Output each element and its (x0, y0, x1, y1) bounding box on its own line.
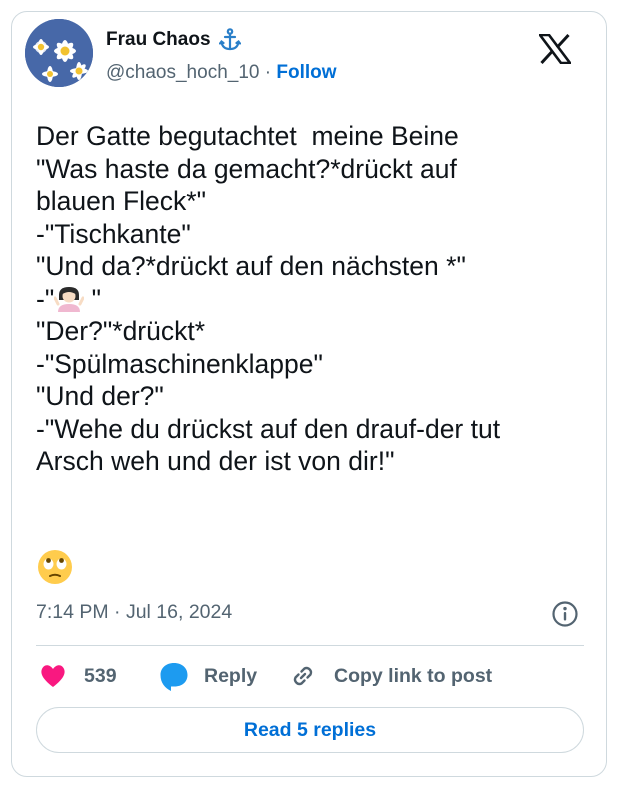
copy-link-label: Copy link to post (334, 664, 493, 687)
post-text-line: "Der?"*drückt* (36, 316, 206, 346)
author-display-name[interactable]: Frau Chaos (106, 29, 211, 51)
face-with-rolling-eyes-emoji (38, 550, 72, 584)
author-handle[interactable]: @chaos_hoch_10 (106, 62, 259, 83)
info-icon[interactable] (551, 600, 579, 628)
post-actions-bar: 539 Reply Copy link to post (0, 660, 620, 692)
post-text-line: blauen Fleck*" (36, 186, 206, 216)
copy-link-button[interactable]: Copy link to post (289, 660, 492, 692)
post-text-line: "Und da?*drückt auf den nächsten *" (36, 251, 466, 281)
reply-button[interactable]: Reply (158, 660, 257, 692)
link-icon (293, 666, 313, 686)
x-logo-icon[interactable] (539, 34, 571, 64)
post-text-fragment: -" (36, 283, 55, 314)
post-timestamp[interactable]: 7:14 PM · Jul 16, 2024 (36, 601, 232, 624)
heart-icon (41, 665, 65, 687)
author-avatar[interactable] (25, 19, 93, 87)
post-text: Der Gatte begutachtet meine Beine "Was h… (36, 120, 584, 478)
reply-label: Reply (204, 664, 258, 687)
actions-divider (36, 645, 584, 646)
follow-button[interactable]: Follow (276, 62, 336, 83)
speech-bubble-icon (160, 663, 188, 691)
author-header: Frau Chaos @chaos_hoch_10 · Follow (106, 28, 337, 84)
post-text-line: Arsch weh und der ist von dir!" (36, 446, 395, 476)
like-button[interactable]: 539 (38, 660, 117, 692)
handle-separator: · (264, 62, 272, 83)
like-count: 539 (84, 664, 117, 687)
anchor-icon (218, 28, 241, 51)
post-text-line-with-emoji: -" " (36, 283, 584, 316)
post-text-fragment: " (84, 283, 102, 314)
post-text-line: "Und der?" (36, 381, 164, 411)
post-text-line: -"Tischkante" (36, 218, 191, 249)
post-text-line: -"Spülmaschinenklappe" (36, 348, 323, 379)
daisy-flowers-avatar-icon (25, 19, 93, 87)
post-text-line: -"Wehe du drückst auf den drauf-der tut (36, 413, 501, 444)
post-text-line: "Was haste da gemacht?*drückt auf (36, 153, 457, 184)
woman-shrugging-emoji (54, 286, 85, 312)
post-text-line: Der Gatte begutachtet meine Beine (36, 121, 459, 151)
read-replies-button[interactable]: Read 5 replies (36, 707, 584, 753)
